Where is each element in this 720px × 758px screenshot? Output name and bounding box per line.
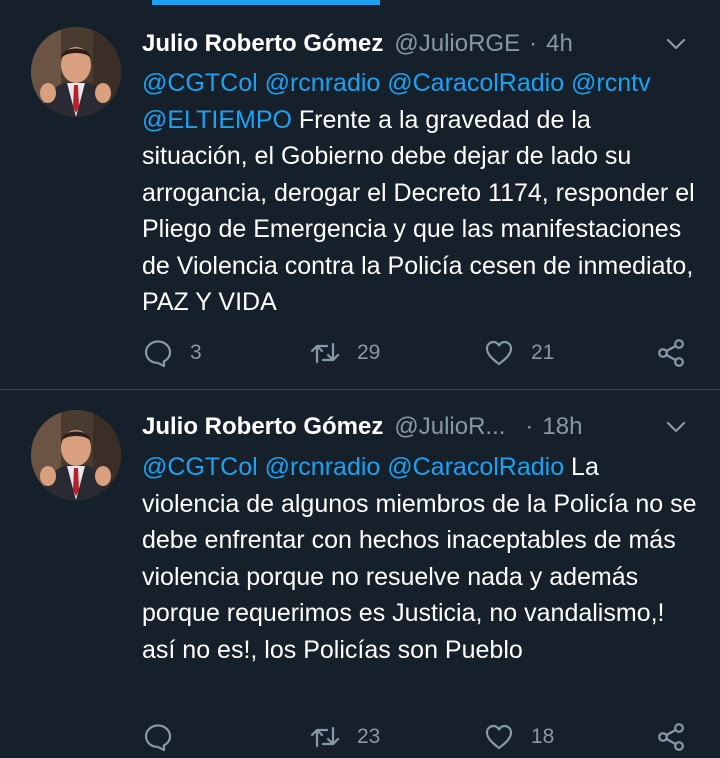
tweet-text: @CGTCol @rcnradio @CaracolRadio La viole… (142, 449, 702, 668)
retweet-button[interactable]: 23 (310, 722, 380, 752)
author-handle[interactable]: @JulioRGE (394, 30, 520, 58)
timestamp[interactable]: 4h (546, 30, 573, 58)
retweet-count: 29 (357, 341, 381, 364)
author-name[interactable]: Julio Roberto Gómez (142, 413, 383, 441)
tweet-body: Frente a la gravedad de la situación, el… (142, 105, 695, 317)
timestamp[interactable]: 18h (542, 413, 582, 441)
tweet-actions: 23 18 (0, 718, 720, 758)
tweet[interactable]: Julio Roberto Gómez @JulioR... · 18h @CG… (0, 390, 720, 758)
tweet-body: La violencia de algunos miembros de la P… (142, 453, 697, 664)
avatar[interactable] (31, 410, 121, 500)
mentions[interactable]: @CGTCol @rcnradio @CaracolRadio (142, 453, 564, 481)
chevron-down-icon[interactable] (664, 417, 688, 437)
like-count: 18 (531, 725, 555, 748)
separator: · (529, 30, 538, 57)
reply-count: 3 (190, 341, 202, 364)
retweet-button[interactable]: 29 (310, 338, 380, 368)
heart-icon (485, 340, 513, 366)
reply-button[interactable]: 3 (143, 338, 202, 368)
tweet-actions: 3 29 21 (0, 334, 720, 374)
retweet-count: 23 (357, 725, 381, 748)
author-handle[interactable]: @JulioR... (394, 413, 505, 441)
share-icon (658, 723, 684, 751)
avatar[interactable] (31, 27, 121, 117)
like-button[interactable]: 18 (484, 722, 554, 752)
retweet-icon (310, 342, 340, 364)
reply-icon (144, 340, 172, 368)
tweet-text: @CGTCol @rcnradio @CaracolRadio @rcntv @… (142, 65, 702, 321)
author-name[interactable]: Julio Roberto Gómez (142, 30, 383, 58)
like-count: 21 (531, 341, 555, 364)
share-button[interactable] (656, 338, 686, 368)
tweet[interactable]: Julio Roberto Gómez @JulioRGE · 4h @CGTC… (0, 0, 720, 390)
chevron-down-icon[interactable] (664, 34, 688, 54)
like-button[interactable]: 21 (484, 338, 554, 368)
retweet-icon (310, 726, 340, 748)
tweet-header: Julio Roberto Gómez @JulioR... · 18h (142, 410, 582, 444)
reply-button[interactable] (143, 722, 190, 752)
heart-icon (485, 724, 513, 750)
share-button[interactable] (656, 722, 686, 752)
reply-icon (144, 724, 172, 752)
share-icon (658, 339, 684, 367)
separator: · (525, 413, 534, 440)
tweet-header: Julio Roberto Gómez @JulioRGE · 4h (142, 27, 573, 61)
